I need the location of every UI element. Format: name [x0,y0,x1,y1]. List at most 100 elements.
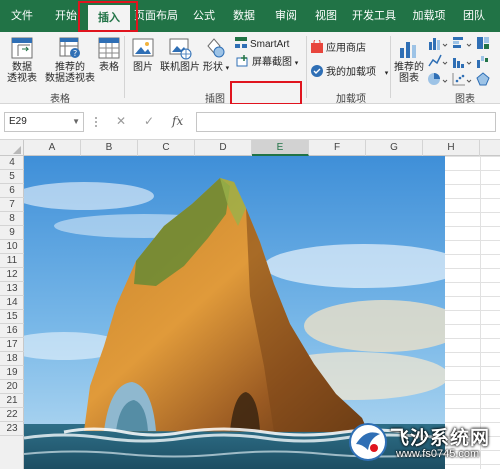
recommended-charts-button[interactable]: 推荐的 图表 [392,32,426,84]
shapes-icon [207,38,225,58]
row-header[interactable]: 10 [0,240,24,254]
row-header[interactable]: 21 [0,394,24,408]
waterfall-chart-icon[interactable] [476,54,496,68]
screenshot-button[interactable]: 屏幕截图 ▾ [236,54,298,70]
group-separator [390,36,391,98]
hierarchy-chart-icon[interactable] [476,36,496,50]
column-header-d[interactable]: D [195,140,252,156]
picture-icon [132,38,154,57]
row-header[interactable]: 7 [0,198,24,212]
row-header[interactable]: 18 [0,352,24,366]
row-header[interactable]: 9 [0,226,24,240]
row-header[interactable]: 19 [0,366,24,380]
tab-insert[interactable]: 插入 [88,5,130,32]
row-header-bar: 4 5 6 7 8 9 10 11 12 13 14 15 16 17 18 1… [0,156,24,469]
site-logo-icon [349,423,387,461]
column-header-g[interactable]: G [366,140,423,156]
tab-formulas[interactable]: 公式 [186,0,222,32]
picture-button[interactable]: 图片 [128,32,158,73]
row-header[interactable]: 13 [0,282,24,296]
tab-file[interactable]: 文件 [2,0,42,32]
pivot-table-label-2: 透视表 [7,73,37,84]
scatter-chart-icon[interactable] [452,72,472,86]
name-box[interactable]: E29 ▼ [4,112,84,132]
illustrations-group-label: 插图 [205,94,225,105]
tab-view[interactable]: 视图 [308,0,344,32]
smartart-label: SmartArt [250,39,290,50]
smartart-button[interactable]: SmartArt [234,36,289,52]
row-header[interactable]: 20 [0,380,24,394]
recommended-pivot-icon: ? [59,37,80,58]
statistic-chart-icon[interactable] [452,54,472,68]
pivot-table-label-1: 数据 [12,62,32,73]
recommended-charts-label-2: 图表 [399,73,419,84]
my-addins-label: 我的加载项 [326,67,376,78]
tab-review[interactable]: 审阅 [268,0,304,32]
line-chart-icon[interactable] [428,54,448,68]
row-header[interactable]: 15 [0,310,24,324]
row-header[interactable]: 14 [0,296,24,310]
radar-chart-icon[interactable] [476,72,496,86]
table-icon [98,37,120,59]
group-separator [306,36,307,98]
column-header-h[interactable]: H [423,140,480,156]
table-button[interactable]: 表格 [94,32,124,73]
row-header[interactable]: 11 [0,254,24,268]
row-header[interactable]: 12 [0,268,24,282]
online-picture-label: 联机图片 [160,62,200,73]
row-header[interactable]: 4 [0,156,24,170]
row-header[interactable]: 5 [0,170,24,184]
tab-developer[interactable]: 开发工具 [348,0,400,32]
addins-group-label: 加载项 [336,94,366,105]
recommended-pivot-label-2: 数据透视表 [45,73,95,84]
online-picture-button[interactable]: 联机图片 [158,32,202,73]
column-header-c[interactable]: C [138,140,195,156]
online-picture-icon [169,38,192,60]
tab-page-layout[interactable]: 页面布局 [132,0,180,32]
column-header-a[interactable]: A [24,140,81,156]
tab-addins[interactable]: 加载项 [406,0,452,32]
formula-input[interactable] [196,112,496,132]
row-header[interactable]: 8 [0,212,24,226]
recommended-charts-label-1: 推荐的 [394,62,424,73]
screenshot-dropdown-icon: ▾ [294,60,299,67]
my-addins-button[interactable]: 我的加载项 ▾ [310,64,388,80]
smartart-icon [235,37,247,48]
row-header[interactable]: 23 [0,422,24,436]
recommended-pivot-button[interactable]: ? 推荐的 数据透视表 [44,32,96,84]
shapes-dropdown-icon: ▾ [225,65,230,72]
row-header[interactable]: 6 [0,184,24,198]
row-header[interactable]: 16 [0,324,24,338]
column-header-f[interactable]: F [309,140,366,156]
select-all-button[interactable] [0,140,24,156]
cancel-formula-button[interactable]: ✕ [116,114,126,128]
pivot-table-button[interactable]: 数据 透视表 [2,32,42,84]
charts-group-label: 图表 [455,94,475,105]
column-header-b[interactable]: B [81,140,138,156]
bar-chart-icon[interactable] [452,36,472,50]
highlight-screenshot-button [230,81,302,105]
screenshot-label: 屏幕截图 [252,57,292,68]
enter-formula-button[interactable]: ✓ [144,114,154,128]
tab-team[interactable]: 团队 [456,0,492,32]
recommended-pivot-label-1: 推荐的 [55,62,85,73]
ribbon: 数据 透视表 ? 推荐的 数据透视表 表格 表格 图片 联机图片 形状 ▾ Sm… [0,32,500,105]
shapes-button[interactable]: 形状 ▾ [202,32,230,74]
tab-home[interactable]: 开始 [46,0,86,32]
store-button[interactable]: 应用商店 [310,38,366,56]
row-header[interactable]: 22 [0,408,24,422]
column-chart-icon[interactable] [428,36,448,50]
name-box-dropdown-icon[interactable]: ▼ [72,113,80,131]
group-separator [124,36,125,98]
column-header-e[interactable]: E [252,140,309,156]
my-addins-icon [311,65,323,77]
pie-chart-icon[interactable] [428,72,448,86]
insert-function-button[interactable]: fx [172,114,183,128]
shapes-label: 形状 [202,62,223,73]
store-label: 应用商店 [326,43,366,54]
tables-group-label: 表格 [50,94,70,105]
screenshot-icon [236,55,248,67]
name-box-value: E29 [9,116,27,127]
row-header[interactable]: 17 [0,338,24,352]
tab-data[interactable]: 数据 [226,0,262,32]
